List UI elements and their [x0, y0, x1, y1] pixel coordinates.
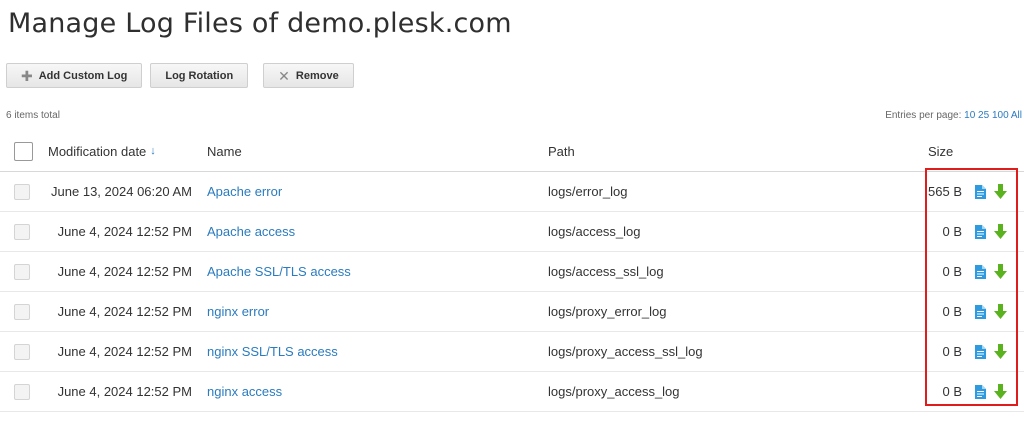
download-icon[interactable] — [994, 344, 1007, 359]
view-log-icon[interactable] — [975, 224, 986, 239]
select-all-checkbox[interactable] — [14, 141, 33, 161]
column-name[interactable]: Name — [207, 131, 527, 171]
remove-button[interactable]: ✕ Remove — [263, 63, 354, 88]
row-checkbox[interactable] — [14, 303, 30, 320]
log-files-table: Modification date ↓ Name Path Size June … — [0, 131, 1024, 412]
row-name-link[interactable]: nginx access — [207, 384, 282, 399]
view-log-icon[interactable] — [975, 184, 986, 199]
download-icon[interactable] — [994, 184, 1007, 199]
row-name-link[interactable]: Apache access — [207, 224, 295, 239]
download-icon[interactable] — [994, 264, 1007, 279]
table-row: June 4, 2024 12:52 PM nginx access logs/… — [0, 372, 1024, 412]
row-path: logs/error_log — [548, 184, 628, 199]
row-date: June 4, 2024 12:52 PM — [57, 264, 192, 279]
remove-icon: ✕ — [278, 67, 290, 84]
items-total: 6 items total — [6, 110, 60, 121]
table-row: June 4, 2024 12:52 PM nginx SSL/TLS acce… — [0, 332, 1024, 372]
download-icon[interactable] — [994, 224, 1007, 239]
row-date: June 13, 2024 06:20 AM — [51, 184, 192, 199]
toolbar: ✚ Add Custom Log Log Rotation ✕ Remove — [6, 63, 354, 88]
row-date: June 4, 2024 12:52 PM — [57, 344, 192, 359]
column-date-label: Modification date — [48, 143, 147, 159]
entries-per-page-label: Entries per page: — [885, 110, 962, 121]
row-name-link[interactable]: nginx error — [207, 304, 269, 319]
view-log-icon[interactable] — [975, 264, 986, 279]
row-checkbox[interactable] — [14, 343, 30, 360]
row-date: June 4, 2024 12:52 PM — [57, 384, 192, 399]
sort-down-icon: ↓ — [150, 145, 156, 157]
row-name-link[interactable]: nginx SSL/TLS access — [207, 344, 338, 359]
log-rotation-button[interactable]: Log Rotation — [150, 63, 249, 88]
view-log-icon[interactable] — [975, 384, 986, 399]
table-row: June 4, 2024 12:52 PM Apache SSL/TLS acc… — [0, 252, 1024, 292]
add-custom-log-button[interactable]: ✚ Add Custom Log — [6, 63, 143, 88]
row-name-link[interactable]: Apache SSL/TLS access — [207, 264, 351, 279]
row-checkbox[interactable] — [14, 383, 30, 400]
row-size: 0 B — [942, 264, 962, 279]
entries-per-page: Entries per page: 10 25 100 All — [885, 110, 1022, 121]
log-rotation-label: Log Rotation — [165, 69, 234, 82]
download-icon[interactable] — [994, 384, 1007, 399]
row-size: 0 B — [942, 224, 962, 239]
column-path[interactable]: Path — [548, 131, 908, 171]
add-custom-log-label: Add Custom Log — [38, 69, 128, 82]
row-path: logs/proxy_access_ssl_log — [548, 344, 703, 359]
page-title: Manage Log Files of demo.plesk.com — [8, 8, 512, 39]
row-size: 565 B — [928, 184, 962, 199]
row-size: 0 B — [942, 384, 962, 399]
row-date: June 4, 2024 12:52 PM — [57, 304, 192, 319]
per-page-option-100[interactable]: 100 — [992, 110, 1009, 121]
table-row: June 13, 2024 06:20 AM Apache error logs… — [0, 172, 1024, 212]
view-log-icon[interactable] — [975, 304, 986, 319]
plus-icon: ✚ — [21, 67, 33, 84]
table-row: June 4, 2024 12:52 PM Apache access logs… — [0, 212, 1024, 252]
table-row: June 4, 2024 12:52 PM nginx error logs/p… — [0, 292, 1024, 332]
per-page-option-10[interactable]: 10 — [964, 110, 975, 121]
row-checkbox[interactable] — [14, 183, 30, 200]
per-page-option-25[interactable]: 25 — [978, 110, 989, 121]
row-size: 0 B — [942, 344, 962, 359]
column-size[interactable]: Size — [928, 131, 962, 171]
row-path: logs/proxy_error_log — [548, 304, 667, 319]
row-name-link[interactable]: Apache error — [207, 184, 282, 199]
row-path: logs/proxy_access_log — [548, 384, 680, 399]
download-icon[interactable] — [994, 304, 1007, 319]
remove-label: Remove — [295, 69, 339, 82]
row-size: 0 B — [942, 304, 962, 319]
per-page-option-all[interactable]: All — [1011, 110, 1022, 121]
row-date: June 4, 2024 12:52 PM — [57, 224, 192, 239]
column-modification-date[interactable]: Modification date ↓ — [48, 131, 202, 171]
view-log-icon[interactable] — [975, 344, 986, 359]
row-path: logs/access_log — [548, 224, 641, 239]
row-path: logs/access_ssl_log — [548, 264, 664, 279]
row-checkbox[interactable] — [14, 263, 30, 280]
table-header: Modification date ↓ Name Path Size — [0, 131, 1024, 172]
row-checkbox[interactable] — [14, 223, 30, 240]
